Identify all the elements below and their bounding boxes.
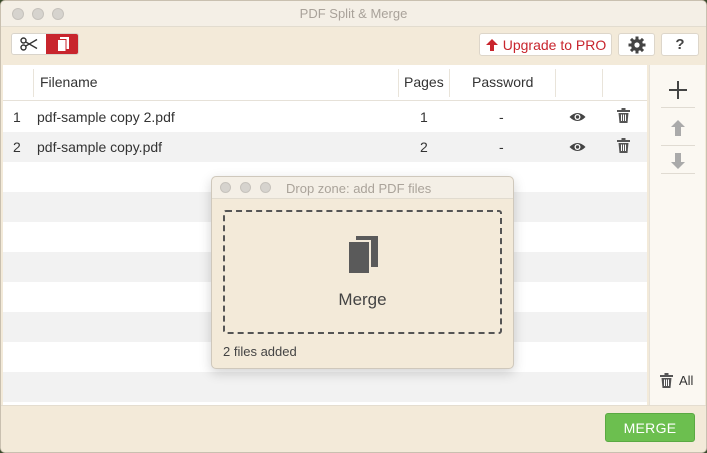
remove-all-label: All: [679, 373, 694, 388]
column-header-filename[interactable]: Filename: [40, 74, 98, 90]
column-divider: [449, 69, 450, 97]
file-actions-sidebar: All: [649, 65, 705, 405]
table-row[interactable]: 2 pdf-sample copy.pdf 2 -: [3, 132, 647, 162]
column-divider: [33, 69, 34, 97]
drop-target[interactable]: Merge: [223, 210, 502, 334]
sidebar-divider: [661, 173, 695, 174]
delete-row-button[interactable]: [617, 108, 630, 126]
settings-button[interactable]: [618, 33, 655, 56]
mode-selector: [11, 33, 79, 55]
trash-icon: [617, 108, 630, 123]
drop-zone-window: Drop zone: add PDF files Merge 2 files a…: [211, 176, 514, 369]
eye-icon: [569, 113, 586, 121]
eye-icon: [569, 143, 586, 151]
split-mode-button[interactable]: [12, 34, 46, 54]
row-filename: pdf-sample copy.pdf: [37, 139, 163, 155]
zoom-drop-zone-button[interactable]: [260, 182, 271, 193]
upgrade-label: Upgrade to PRO: [502, 36, 607, 53]
column-divider: [555, 69, 556, 97]
merge-button[interactable]: MERGE: [605, 413, 695, 442]
files-added-status: 2 files added: [223, 344, 297, 359]
trash-icon: [660, 373, 673, 388]
trash-icon: [617, 138, 630, 153]
toolbar: Upgrade to PRO ?: [1, 27, 706, 63]
gear-icon: [628, 36, 645, 53]
move-up-button[interactable]: [661, 113, 695, 143]
table-header: Filename Pages Password: [3, 65, 647, 101]
column-divider: [398, 69, 399, 97]
merge-mode-button[interactable]: [46, 34, 78, 54]
column-divider: [602, 69, 603, 97]
help-button[interactable]: ?: [661, 33, 699, 56]
preview-button[interactable]: [569, 140, 586, 156]
scissors-icon: [20, 37, 38, 51]
plus-icon: [669, 81, 687, 99]
window-title: PDF Split & Merge: [299, 6, 408, 21]
upgrade-button[interactable]: Upgrade to PRO: [479, 33, 612, 56]
drop-zone-title: Drop zone: add PDF files: [286, 181, 432, 196]
drop-zone-title-bar[interactable]: Drop zone: add PDF files: [212, 177, 513, 199]
minimize-drop-zone-button[interactable]: [240, 182, 251, 193]
close-drop-zone-button[interactable]: [220, 182, 231, 193]
footer-bar: MERGE: [1, 405, 706, 452]
remove-all-button[interactable]: All: [660, 373, 693, 388]
column-header-pages[interactable]: Pages: [404, 74, 444, 90]
arrow-up-icon: [671, 120, 685, 136]
row-filename: pdf-sample copy 2.pdf: [37, 109, 175, 125]
sidebar-divider: [661, 107, 695, 108]
add-file-button[interactable]: [661, 75, 695, 105]
arrow-down-icon: [671, 153, 685, 169]
row-pages: 2: [420, 139, 428, 155]
arrow-up-icon: [485, 38, 498, 51]
documents-icon: [57, 36, 69, 52]
column-header-password[interactable]: Password: [472, 74, 533, 90]
row-password[interactable]: -: [499, 109, 504, 125]
row-pages: 1: [420, 109, 428, 125]
table-row[interactable]: 1 pdf-sample copy 2.pdf 1 -: [3, 102, 647, 132]
row-password[interactable]: -: [499, 139, 504, 155]
empty-row: [3, 372, 647, 402]
row-index: 2: [13, 139, 21, 155]
move-down-button[interactable]: [661, 146, 695, 176]
delete-row-button[interactable]: [617, 138, 630, 156]
title-bar: PDF Split & Merge: [1, 1, 706, 27]
drop-zone-label: Merge: [338, 290, 387, 309]
row-index: 1: [13, 109, 21, 125]
preview-button[interactable]: [569, 110, 586, 126]
documents-icon: [348, 236, 378, 274]
